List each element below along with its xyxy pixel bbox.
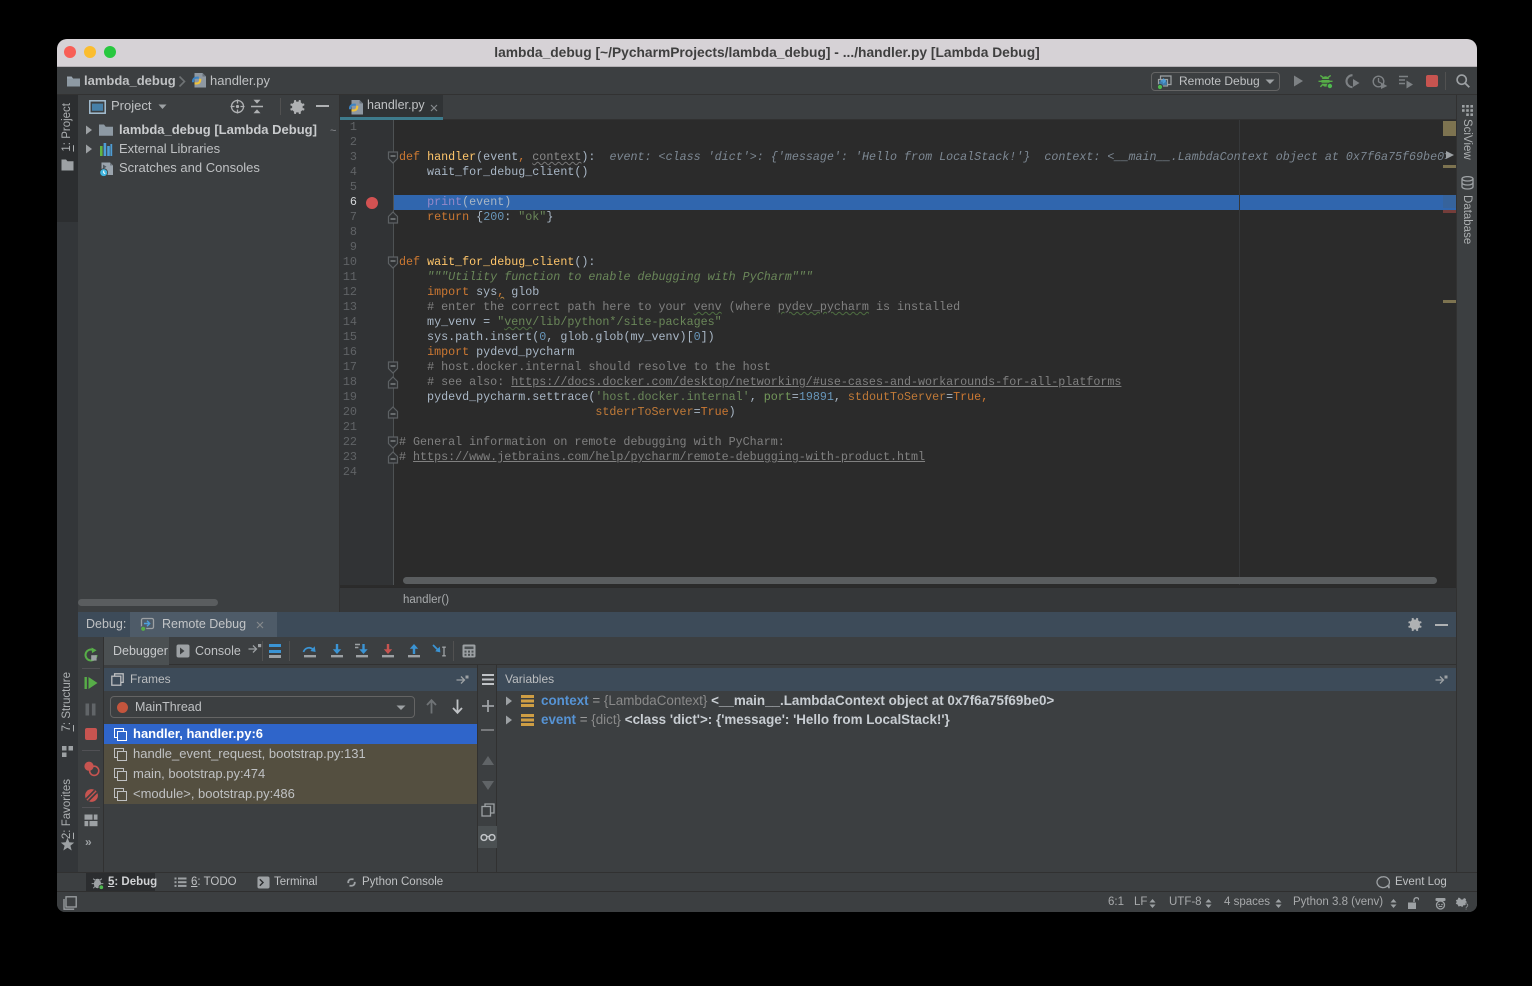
svg-text:?: ? [1464, 903, 1469, 911]
